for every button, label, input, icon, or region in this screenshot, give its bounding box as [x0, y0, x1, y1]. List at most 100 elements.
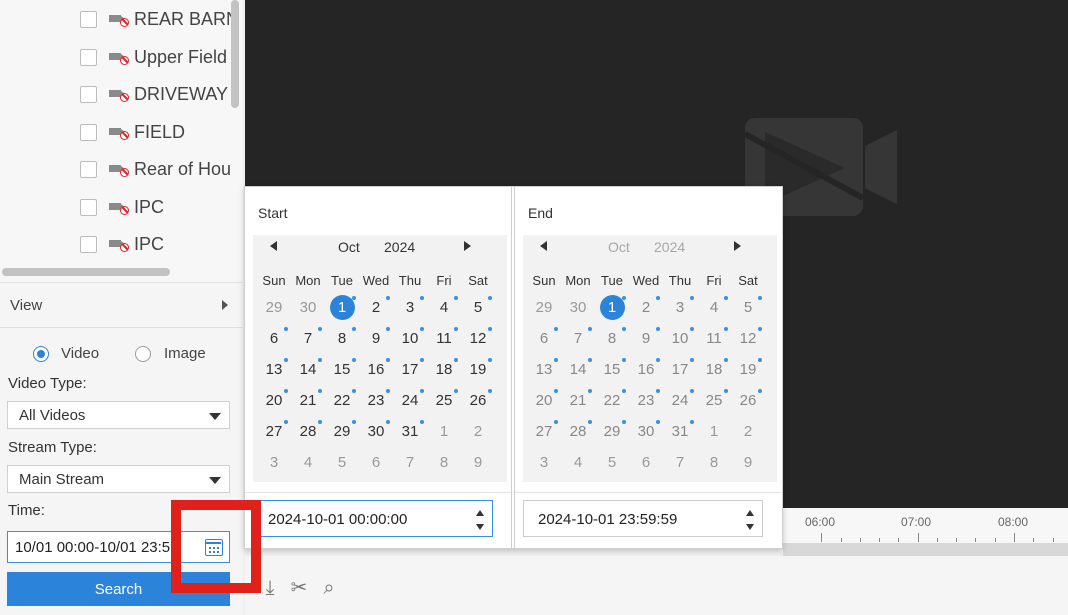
calendar-day[interactable]: 4 — [697, 295, 731, 321]
year-label[interactable]: 2024 — [384, 239, 415, 255]
calendar-day[interactable]: 10 — [663, 326, 697, 352]
calendar-day[interactable]: 23 — [359, 388, 393, 414]
calendar-day[interactable]: 31 — [663, 419, 697, 445]
device-row[interactable]: IPC — [80, 195, 164, 219]
calendar-day[interactable]: 1 — [595, 295, 629, 321]
download-icon[interactable]: ⤓ — [259, 576, 281, 598]
calendar-day[interactable]: 13 — [257, 357, 291, 383]
device-checkbox[interactable] — [80, 10, 97, 28]
horizontal-scrollbar[interactable] — [2, 268, 170, 276]
calendar-day[interactable]: 16 — [629, 357, 663, 383]
calendar-day[interactable]: 20 — [527, 388, 561, 414]
calendar-day[interactable]: 21 — [561, 388, 595, 414]
timeline-track[interactable] — [783, 543, 1068, 556]
spin-up-icon[interactable] — [476, 510, 484, 516]
calendar-day[interactable]: 8 — [427, 450, 461, 476]
calendar-day[interactable]: 29 — [595, 419, 629, 445]
calendar-day[interactable]: 5 — [731, 295, 765, 321]
calendar-day[interactable]: 20 — [257, 388, 291, 414]
calendar-day[interactable]: 16 — [359, 357, 393, 383]
next-month-icon[interactable] — [734, 241, 741, 251]
calendar-day[interactable]: 9 — [731, 450, 765, 476]
zoom-region-icon[interactable]: ⌕ — [318, 576, 340, 598]
video-type-select[interactable]: All Videos — [7, 401, 230, 429]
calendar-day[interactable]: 29 — [325, 419, 359, 445]
calendar-day[interactable]: 18 — [427, 357, 461, 383]
calendar-day[interactable]: 7 — [663, 450, 697, 476]
next-month-icon[interactable] — [464, 241, 471, 251]
calendar-day[interactable]: 15 — [595, 357, 629, 383]
calendar-day[interactable]: 12 — [461, 326, 495, 352]
calendar-day[interactable]: 25 — [427, 388, 461, 414]
calendar-day[interactable]: 4 — [561, 450, 595, 476]
image-radio[interactable] — [135, 346, 151, 362]
calendar-day[interactable]: 19 — [731, 357, 765, 383]
calendar-day[interactable]: 25 — [697, 388, 731, 414]
calendar-day[interactable]: 29 — [257, 295, 291, 321]
device-row[interactable]: DRIVEWAY — [80, 82, 228, 106]
spin-down-icon[interactable] — [476, 524, 484, 530]
previous-month-icon[interactable] — [540, 241, 547, 251]
device-checkbox[interactable] — [80, 85, 97, 103]
calendar-day[interactable]: 9 — [359, 326, 393, 352]
calendar-day[interactable]: 14 — [561, 357, 595, 383]
calendar-day[interactable]: 31 — [393, 419, 427, 445]
view-section[interactable]: View — [0, 282, 243, 328]
device-checkbox[interactable] — [80, 48, 97, 66]
month-label[interactable]: Oct — [338, 239, 360, 255]
calendar-day[interactable]: 30 — [629, 419, 663, 445]
device-row[interactable]: REAR BARN — [80, 7, 239, 31]
vertical-scrollbar[interactable] — [231, 0, 239, 108]
calendar-day[interactable]: 2 — [629, 295, 663, 321]
calendar-day[interactable]: 21 — [291, 388, 325, 414]
device-row[interactable]: Upper Field — [80, 45, 227, 69]
calendar-day[interactable]: 5 — [461, 295, 495, 321]
year-label[interactable]: 2024 — [654, 239, 685, 255]
device-row[interactable]: FIELD — [80, 120, 185, 144]
calendar-day[interactable]: 30 — [359, 419, 393, 445]
calendar-day[interactable]: 18 — [697, 357, 731, 383]
device-checkbox[interactable] — [80, 123, 97, 141]
calendar-day[interactable]: 10 — [393, 326, 427, 352]
calendar-day[interactable]: 5 — [595, 450, 629, 476]
stream-type-select[interactable]: Main Stream — [7, 465, 230, 493]
calendar-day[interactable]: 27 — [257, 419, 291, 445]
calendar-day[interactable]: 7 — [393, 450, 427, 476]
calendar-day[interactable]: 14 — [291, 357, 325, 383]
calendar-day[interactable]: 23 — [629, 388, 663, 414]
month-label[interactable]: Oct — [608, 239, 630, 255]
calendar-day[interactable]: 8 — [697, 450, 731, 476]
calendar-day[interactable]: 9 — [629, 326, 663, 352]
calendar-day[interactable]: 6 — [629, 450, 663, 476]
calendar-day[interactable]: 15 — [325, 357, 359, 383]
timeline[interactable]: 06:00 07:00 08:00 — [783, 508, 1068, 556]
scissors-icon[interactable]: ✂ — [288, 576, 310, 598]
calendar-day[interactable]: 1 — [697, 419, 731, 445]
device-checkbox[interactable] — [80, 160, 97, 178]
calendar-day[interactable]: 17 — [663, 357, 697, 383]
calendar-day[interactable]: 3 — [663, 295, 697, 321]
calendar-day[interactable]: 1 — [427, 419, 461, 445]
calendar-day[interactable]: 22 — [595, 388, 629, 414]
calendar-day[interactable]: 19 — [461, 357, 495, 383]
calendar-day[interactable]: 3 — [393, 295, 427, 321]
calendar-day[interactable]: 29 — [527, 295, 561, 321]
calendar-day[interactable]: 11 — [697, 326, 731, 352]
calendar-day[interactable]: 13 — [527, 357, 561, 383]
device-row[interactable]: Rear of Hou — [80, 157, 231, 181]
spin-down-icon[interactable] — [746, 524, 754, 530]
calendar-day[interactable]: 6 — [359, 450, 393, 476]
calendar-day[interactable]: 4 — [291, 450, 325, 476]
calendar-day[interactable]: 3 — [257, 450, 291, 476]
calendar-day[interactable]: 30 — [291, 295, 325, 321]
calendar-day[interactable]: 30 — [561, 295, 595, 321]
device-checkbox[interactable] — [80, 198, 97, 216]
calendar-day[interactable]: 11 — [427, 326, 461, 352]
calendar-day[interactable]: 12 — [731, 326, 765, 352]
spin-up-icon[interactable] — [746, 510, 754, 516]
calendar-day[interactable]: 6 — [257, 326, 291, 352]
calendar-day[interactable]: 1 — [325, 295, 359, 321]
calendar-day[interactable]: 9 — [461, 450, 495, 476]
calendar-day[interactable]: 6 — [527, 326, 561, 352]
calendar-day[interactable]: 28 — [561, 419, 595, 445]
